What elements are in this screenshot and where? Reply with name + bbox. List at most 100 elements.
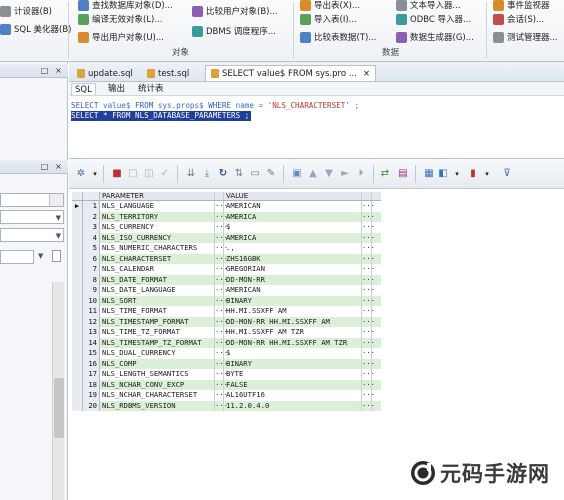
cell-value[interactable]: $ xyxy=(224,222,362,233)
cell-editor-button[interactable]: ··· xyxy=(362,316,375,327)
cell-value[interactable]: HH.MI.SSXFF AM xyxy=(224,306,362,317)
tab-update-sql[interactable]: update.sql xyxy=(71,65,139,81)
ribbon-item-export-tables[interactable]: 导出表(X)... xyxy=(300,0,360,12)
cell-value[interactable]: FALSE xyxy=(224,379,362,390)
cell-editor-button[interactable]: ··· xyxy=(215,243,228,254)
table-row[interactable]: 17 NLS_LENGTH_SEMANTICS ··· BYTE ··· xyxy=(72,369,381,380)
cell-editor-button[interactable]: ··· xyxy=(215,400,228,411)
row-indicator[interactable] xyxy=(72,379,83,390)
cell-value[interactable]: AMERICAN xyxy=(224,201,362,212)
cell-parameter[interactable]: NLS_NCHAR_CHARACTERSET xyxy=(100,390,215,401)
cell-parameter[interactable]: NLS_TIME_TZ_FORMAT xyxy=(100,327,215,338)
cell-editor-button[interactable]: ··· xyxy=(215,379,228,390)
cell-value[interactable]: DD-MON-RR HH.MI.SSXFF AM xyxy=(224,316,362,327)
table-row[interactable]: 6 NLS_CHARACTERSET ··· ZHS16GBK ··· xyxy=(72,253,381,264)
fetch-next-icon[interactable]: ⇊ xyxy=(185,168,197,180)
table-row[interactable]: 11 NLS_TIME_FORMAT ··· HH.MI.SSXFF AM ··· xyxy=(72,306,381,317)
lock-icon[interactable]: ■ xyxy=(111,168,123,180)
cell-editor-button[interactable]: ··· xyxy=(215,337,228,348)
cell-editor-button[interactable]: ··· xyxy=(215,222,228,233)
cell-parameter[interactable]: NLS_TIMESTAMP_FORMAT xyxy=(100,316,215,327)
cell-value[interactable]: AMERICA xyxy=(224,211,362,222)
table-row[interactable]: 9 NLS_DATE_LANGUAGE ··· AMERICAN ··· xyxy=(72,285,381,296)
refresh-icon[interactable]: ↻ xyxy=(217,168,229,180)
cell-editor-button[interactable]: ··· xyxy=(215,201,228,212)
table-row[interactable]: 13 NLS_TIME_TZ_FORMAT ··· HH.MI.SSXFF AM TZ… xyxy=(72,327,381,338)
cell-value[interactable]: BINARY xyxy=(224,358,362,369)
chevron-down-icon[interactable]: ▾ xyxy=(89,168,101,180)
cell-parameter[interactable]: NLS_DUAL_CURRENCY xyxy=(100,348,215,359)
cell-editor-button[interactable]: ··· xyxy=(362,358,375,369)
cell-editor-button[interactable]: ··· xyxy=(362,211,375,222)
nav-next-icon[interactable]: ► xyxy=(339,168,351,180)
ribbon-item-event-monitor[interactable]: 事件监视器 xyxy=(493,0,550,12)
column-header-value[interactable]: VALUE xyxy=(224,192,362,200)
table-row[interactable]: 18 NLS_NCHAR_CONV_EXCP ··· FALSE ··· xyxy=(72,379,381,390)
close-icon[interactable]: × xyxy=(54,162,63,171)
ribbon-item-compare-table-data[interactable]: 比较表数据(T)... xyxy=(300,30,376,44)
insert-record-icon[interactable]: □ xyxy=(127,168,139,180)
cell-editor-button[interactable]: ··· xyxy=(215,211,228,222)
fetch-last-icon[interactable]: ⤓ xyxy=(201,168,213,180)
cell-editor-button[interactable]: ··· xyxy=(362,285,375,296)
row-indicator[interactable] xyxy=(72,232,83,243)
table-row[interactable]: 12 NLS_TIMESTAMP_FORMAT ··· DD-MON-RR HH.MI… xyxy=(72,316,381,327)
cell-parameter[interactable]: NLS_CALENDAR xyxy=(100,264,215,275)
vertical-scrollbar[interactable] xyxy=(52,282,64,500)
cell-value[interactable]: DD-MON-RR xyxy=(224,274,362,285)
table-row[interactable]: 5 NLS_NUMERIC_CHARACTERS ···., ··· xyxy=(72,243,381,254)
eraser-icon[interactable]: ✎ xyxy=(265,168,277,180)
record-view-icon[interactable]: ▮ xyxy=(467,168,479,180)
cell-parameter[interactable]: NLS_CURRENCY xyxy=(100,222,215,233)
cell-parameter[interactable]: NLS_NCHAR_CONV_EXCP xyxy=(100,379,215,390)
cell-editor-button[interactable]: ··· xyxy=(362,264,375,275)
code-line-2-selected[interactable]: SELECT * FROM NLS_DATABASE_PARAMETERS ; xyxy=(71,111,252,121)
table-row[interactable]: 3 NLS_CURRENCY ··· $ ··· xyxy=(72,222,381,233)
filter-icon[interactable]: ⊽ xyxy=(501,168,513,180)
tab-statistics[interactable]: 统计表 xyxy=(135,83,167,95)
row-indicator[interactable] xyxy=(72,285,83,296)
grid-corner[interactable] xyxy=(72,192,83,200)
cell-parameter[interactable]: NLS_NUMERIC_CHARACTERS xyxy=(100,243,215,254)
ribbon-item-export-user-objects[interactable]: 导出用户对象(U)... xyxy=(78,30,164,44)
table-row[interactable]: 19 NLS_NCHAR_CHARACTERSET ··· AL16UTF16 ··· xyxy=(72,390,381,401)
cell-value[interactable]: AMERICA xyxy=(224,232,362,243)
row-indicator[interactable] xyxy=(72,400,83,411)
table-row[interactable]: 16 NLS_COMP ··· BINARY ··· xyxy=(72,358,381,369)
object-type-dropdown[interactable]: ▼ xyxy=(0,210,64,224)
row-indicator[interactable] xyxy=(72,327,83,338)
cell-value[interactable]: DD-MON-RR HH.MI.SSXFF AM TZR xyxy=(224,337,362,348)
table-row[interactable]: 2 NLS_TERRITORY ··· AMERICA ··· xyxy=(72,211,381,222)
single-record-icon[interactable]: ▭ xyxy=(249,168,261,180)
cell-editor-button[interactable]: ··· xyxy=(215,253,228,264)
ribbon-item-designer[interactable]: 计设器(B) xyxy=(0,4,52,18)
cell-editor-button[interactable]: ··· xyxy=(215,285,228,296)
filter-up-icon[interactable]: ▲ xyxy=(307,168,319,180)
save-icon[interactable]: ▤ xyxy=(397,168,409,180)
cell-editor-button[interactable]: ··· xyxy=(215,232,228,243)
row-indicator[interactable] xyxy=(72,274,83,285)
chevron-down-icon[interactable]: ▼ xyxy=(38,252,43,260)
tab-output[interactable]: 输出 xyxy=(105,83,128,95)
ribbon-item-dbms-scheduler[interactable]: DBMS 调度程序... xyxy=(192,24,276,38)
ribbon-item-odbc-importer[interactable]: ODBC 导入器... xyxy=(396,12,471,26)
cell-editor-button[interactable]: ··· xyxy=(215,264,228,275)
cell-parameter[interactable]: NLS_ISO_CURRENCY xyxy=(100,232,215,243)
row-indicator[interactable] xyxy=(72,306,83,317)
table-row[interactable]: 15 NLS_DUAL_CURRENCY ··· $ ··· xyxy=(72,348,381,359)
cell-editor-button[interactable]: ··· xyxy=(215,306,228,317)
cell-editor-button[interactable]: ··· xyxy=(362,379,375,390)
cell-value[interactable]: 11.2.0.4.0 xyxy=(224,400,362,411)
check-icon[interactable]: ✓ xyxy=(159,168,171,180)
cell-value[interactable]: BYTE xyxy=(224,369,362,380)
cell-parameter[interactable]: NLS_RDBMS_VERSION xyxy=(100,400,215,411)
cell-parameter[interactable]: NLS_DATE_LANGUAGE xyxy=(100,285,215,296)
object-search-input[interactable] xyxy=(0,250,34,264)
cell-parameter[interactable]: NLS_LANGUAGE xyxy=(100,201,215,212)
cell-editor-button[interactable]: ··· xyxy=(362,327,375,338)
close-icon[interactable]: × xyxy=(363,69,370,79)
ribbon-item-compile-invalid[interactable]: 编译无效对象(L)... xyxy=(78,12,162,26)
ribbon-item-text-importer[interactable]: 文本导入器... xyxy=(396,0,461,12)
cell-editor-button[interactable]: ··· xyxy=(362,337,375,348)
cell-value[interactable]: ZHS16GBK xyxy=(224,253,362,264)
